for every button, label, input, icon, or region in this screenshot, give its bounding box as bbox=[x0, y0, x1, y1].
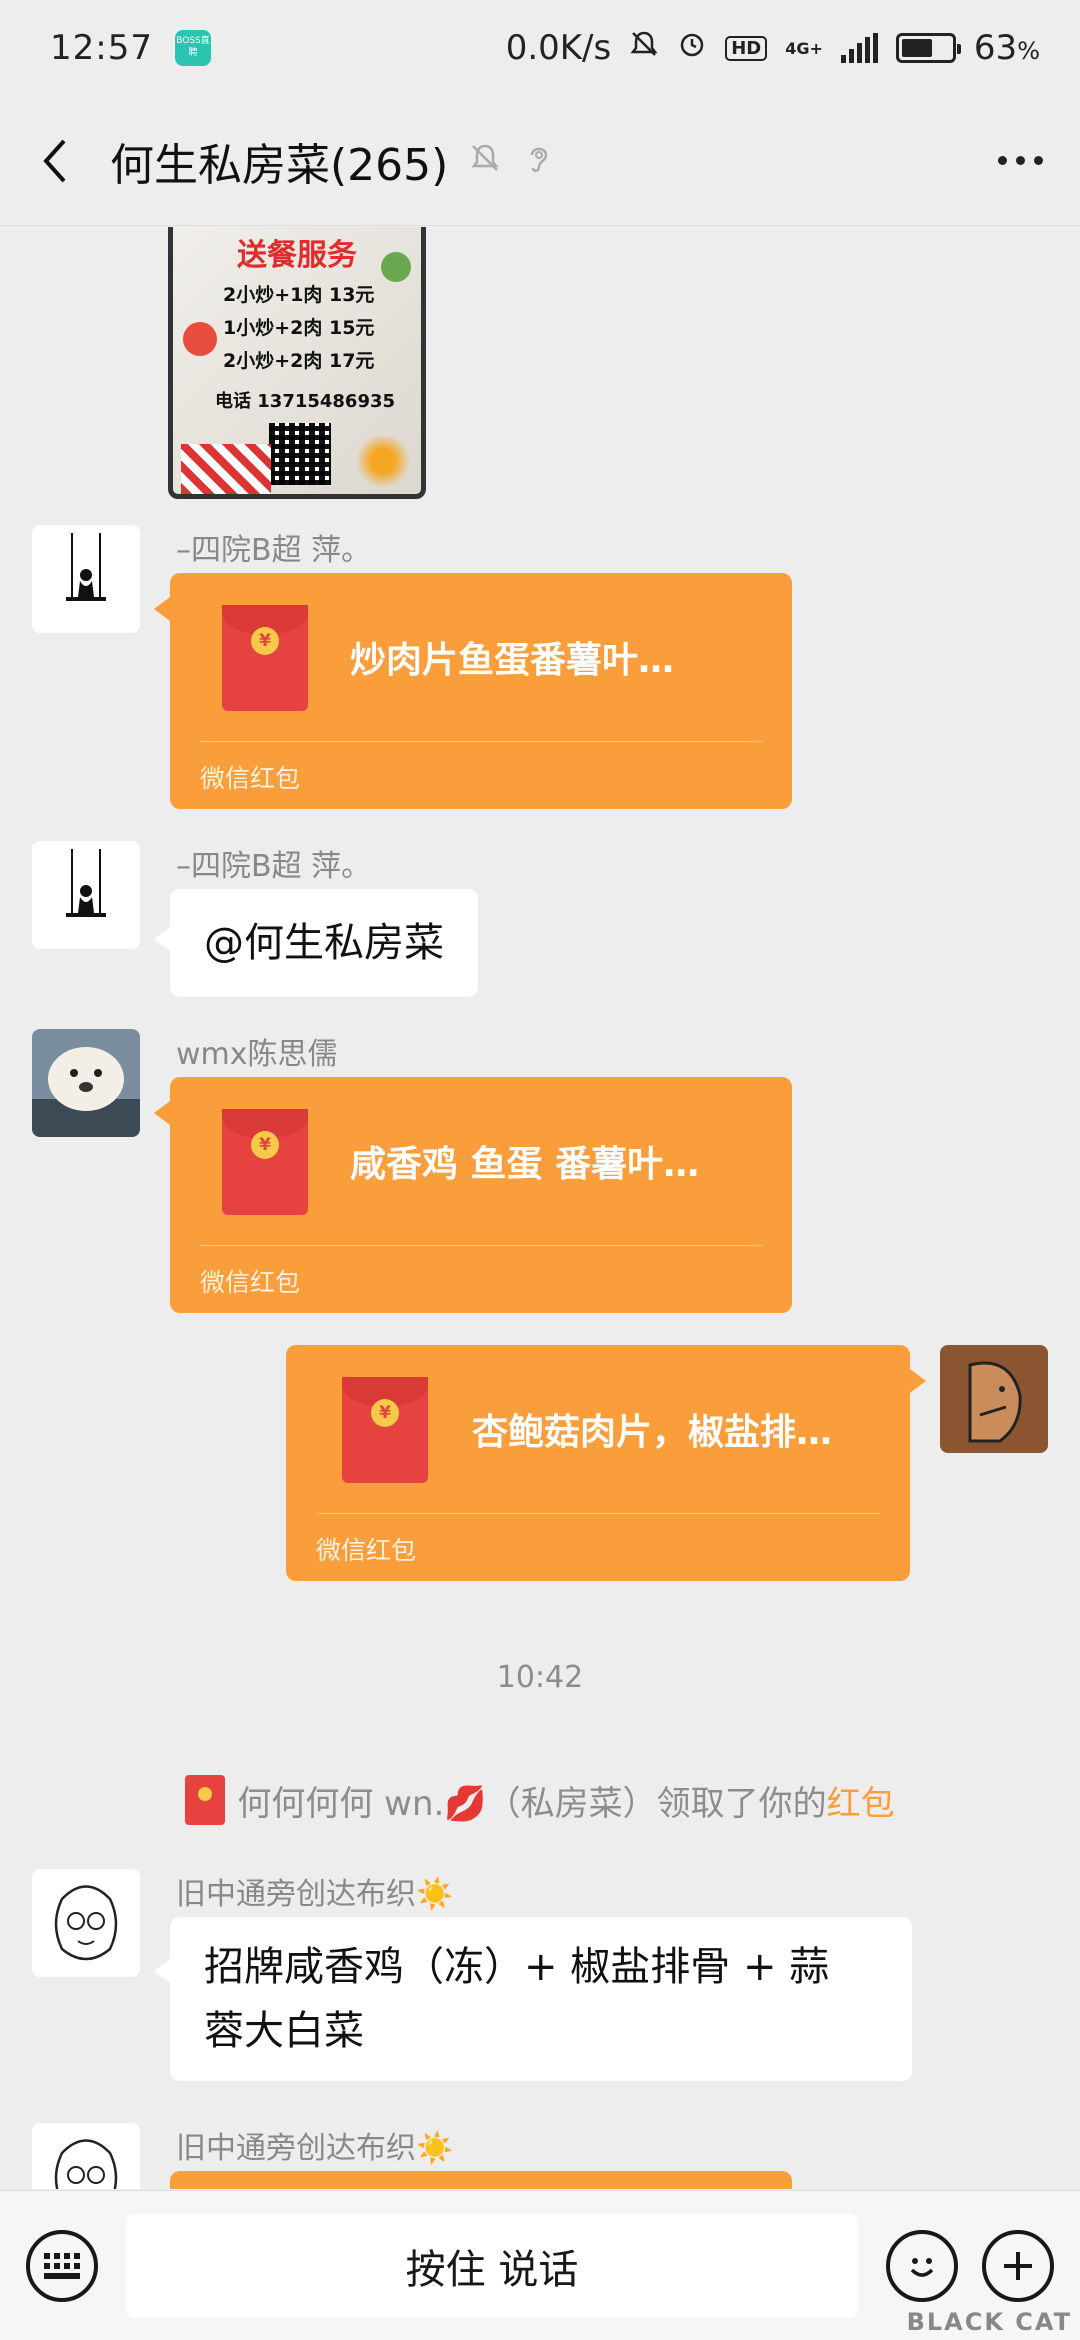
alarm-icon bbox=[677, 29, 707, 67]
text-message[interactable]: 招牌咸香鸡（冻）+ 椒盐排骨 + 蒜 蓉大白菜 bbox=[170, 1917, 912, 2081]
emoji-button[interactable] bbox=[886, 2229, 958, 2302]
chat-title: 何生私房菜(265) bbox=[110, 139, 449, 191]
mute-bell-icon bbox=[629, 29, 659, 67]
back-arrow-icon bbox=[43, 139, 66, 182]
net-speed: 0.0K/s bbox=[505, 28, 612, 68]
text-message[interactable]: @何生私房菜 bbox=[170, 889, 478, 997]
sender-name: –四院B超 萍。 bbox=[176, 533, 372, 568]
red-packet-bubble[interactable]: ¥ 杏鲍菇肉片，椒盐排… 微信红包 bbox=[286, 1345, 910, 1581]
system-message-text: 何何何何 wn.💋（私房菜）领取了你的 bbox=[237, 1783, 827, 1824]
more-functions-button[interactable] bbox=[982, 2229, 1054, 2302]
sender-name: –四院B超 萍。 bbox=[176, 849, 372, 884]
earpiece-icon bbox=[524, 141, 554, 181]
sender-name: 旧中通旁创达布织☀️ bbox=[176, 2131, 454, 2166]
system-message: 何何何何 wn.💋（私房菜）领取了你的 红包 bbox=[0, 1775, 1080, 1825]
more-options-button[interactable] bbox=[960, 96, 1080, 225]
my-avatar[interactable] bbox=[940, 1345, 1048, 1453]
red-envelope-icon: ¥ bbox=[222, 1109, 308, 1215]
avatar[interactable] bbox=[32, 841, 140, 949]
qr-code bbox=[269, 423, 331, 485]
red-packet-text: 咸香鸡 鱼蛋 番薯叶… bbox=[350, 1144, 700, 1185]
red-packet-link[interactable]: 红包 bbox=[827, 1776, 895, 1825]
battery-percent: 63% bbox=[973, 28, 1040, 68]
avatar[interactable] bbox=[32, 1029, 140, 1137]
hd-badge: HD bbox=[725, 35, 768, 61]
sender-name: wmx陈思儒 bbox=[176, 1037, 338, 1072]
network-type: 4G+ bbox=[785, 38, 823, 58]
red-envelope-icon: ¥ bbox=[342, 1377, 428, 1483]
plus-icon bbox=[1004, 2251, 1032, 2280]
back-button[interactable] bbox=[0, 96, 110, 225]
poster-row: 2小炒+1肉 13元 bbox=[223, 284, 375, 306]
red-packet-bubble[interactable]: ¥ 炒肉片鱼蛋番薯叶… 微信红包 bbox=[170, 573, 792, 809]
red-packet-label: 微信红包 bbox=[200, 1268, 301, 1297]
avatar[interactable] bbox=[32, 1869, 140, 1977]
hold-to-talk-button[interactable]: 按住 说话 bbox=[126, 2213, 858, 2318]
status-bar: 12:57 BOSS直聘 0.0K/s HD 4G+ 63% bbox=[0, 0, 1080, 96]
avatar[interactable] bbox=[32, 2123, 140, 2189]
mute-bell-icon bbox=[468, 141, 502, 181]
red-packet-label: 微信红包 bbox=[316, 1536, 417, 1565]
message-list[interactable]: 送餐服务 2小炒+1肉 13元 1小炒+2肉 15元 2小炒+2肉 17元 电话… bbox=[0, 227, 1080, 2189]
smiley-icon bbox=[910, 2257, 934, 2277]
red-packet-text: 杏鲍菇肉片，椒盐排… bbox=[472, 1412, 833, 1453]
avatar[interactable] bbox=[32, 525, 140, 633]
status-time: 12:57 bbox=[50, 28, 153, 68]
sender-name: 旧中通旁创达布织☀️ bbox=[176, 1877, 454, 1912]
red-packet-bubble[interactable] bbox=[170, 2171, 792, 2189]
red-packet-bubble[interactable]: ¥ 咸香鸡 鱼蛋 番薯叶… 微信红包 bbox=[170, 1077, 792, 1313]
timestamp: 10:42 bbox=[496, 1660, 584, 1695]
battery-icon bbox=[895, 33, 961, 63]
red-envelope-icon bbox=[185, 1775, 226, 1825]
red-packet-label: 微信红包 bbox=[200, 764, 301, 793]
red-packet-text: 炒肉片鱼蛋番薯叶… bbox=[350, 640, 675, 681]
signal-icon bbox=[840, 33, 878, 63]
keyboard-toggle-button[interactable] bbox=[26, 2229, 98, 2302]
boss-app-icon: BOSS直聘 bbox=[174, 30, 211, 66]
keyboard-icon bbox=[44, 2252, 80, 2279]
chat-header: 何生私房菜(265) bbox=[0, 96, 1080, 226]
input-bar: 按住 说话 BLACK CAT bbox=[0, 2190, 1080, 2340]
watermark: BLACK CAT bbox=[906, 2308, 1072, 2336]
menu-poster-image[interactable]: 送餐服务 2小炒+1肉 13元 1小炒+2肉 15元 2小炒+2肉 17元 电话… bbox=[168, 227, 426, 499]
poster-phone: 电话 13715486935 bbox=[215, 391, 396, 412]
red-envelope-icon: ¥ bbox=[222, 605, 308, 711]
